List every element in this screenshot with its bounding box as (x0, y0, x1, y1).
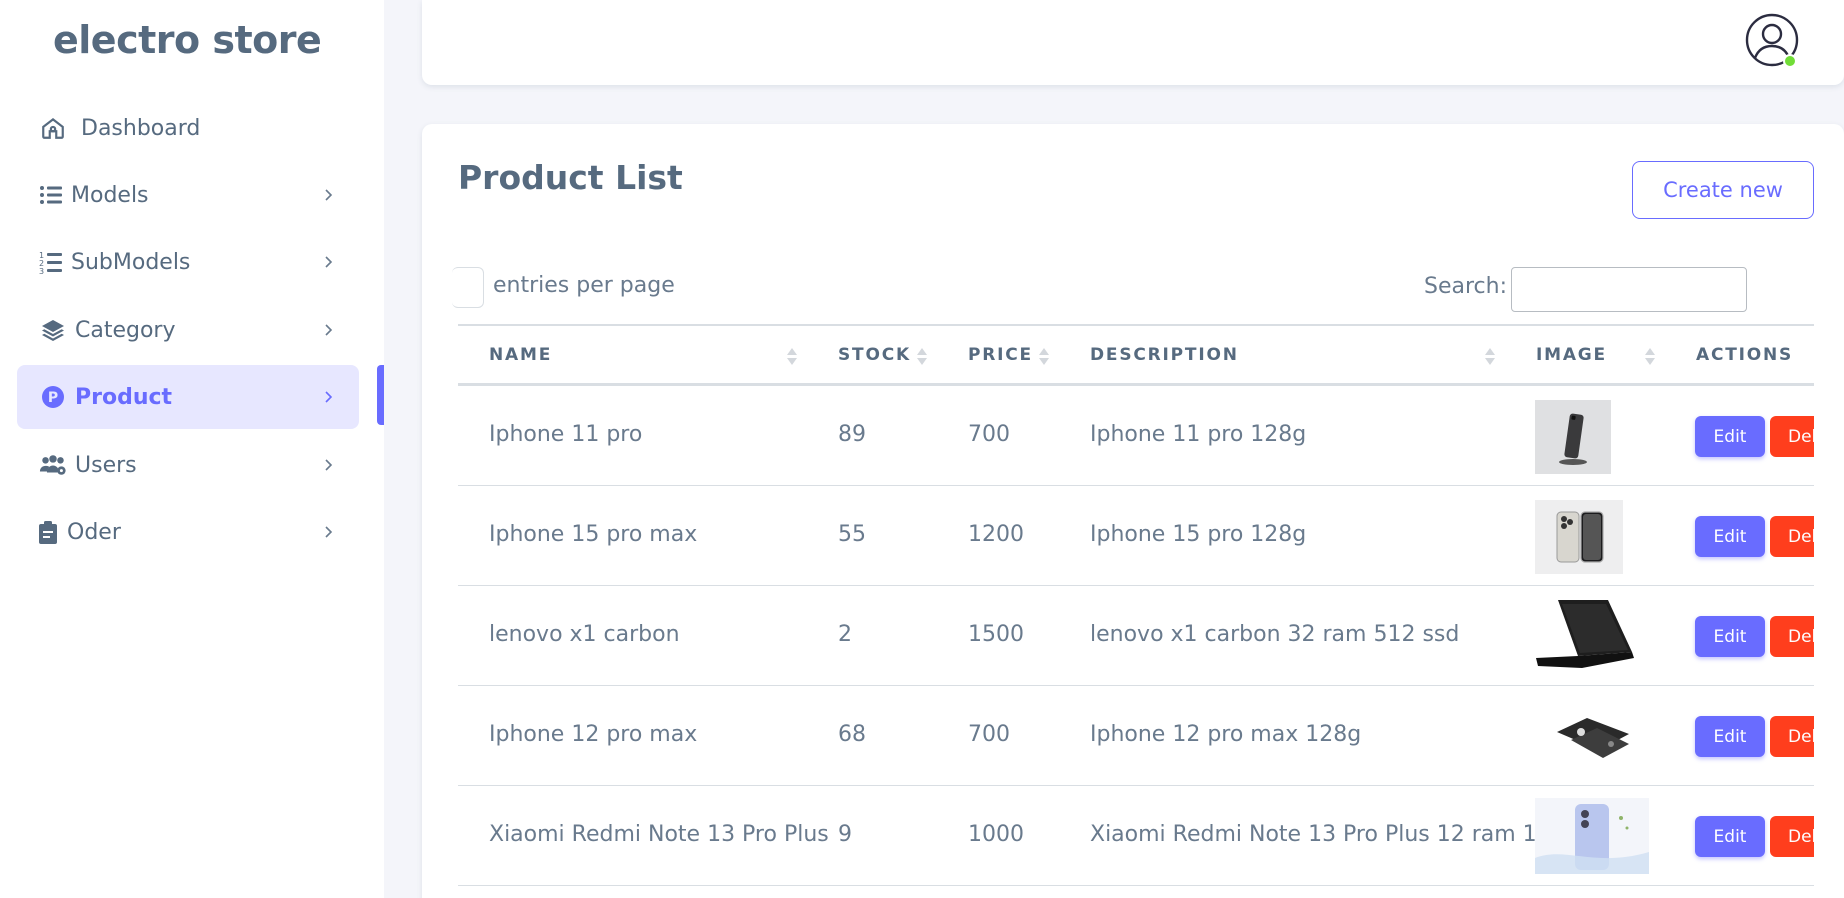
sort-icon[interactable] (786, 346, 798, 368)
page-title: Product List (458, 158, 683, 197)
product-image-lenovo-x1-carbon (1536, 600, 1634, 668)
sidebar-item-models[interactable]: Models (17, 163, 359, 227)
cell-name: Iphone 12 pro max (489, 722, 698, 747)
delete-button[interactable]: Del (1770, 516, 1814, 557)
create-new-button[interactable]: Create new (1632, 161, 1814, 219)
edit-button[interactable]: Edit (1695, 516, 1765, 557)
sidebar-item-product[interactable]: P Product (17, 365, 359, 429)
sidebar-item-submodels[interactable]: 123 SubModels (17, 230, 359, 294)
online-status-badge (1783, 54, 1797, 68)
column-header-name[interactable]: NAME (489, 345, 552, 365)
sidebar-item-label: Users (75, 452, 137, 478)
table-row: Xiaomi Redmi Note 13 Pro Plus 9 1000 Xia… (458, 786, 1814, 886)
column-header-stock[interactable]: STOCK (838, 345, 911, 365)
search-label: Search: (1424, 274, 1507, 299)
sidebar-item-category[interactable]: Category (17, 298, 359, 362)
chevron-right-icon (325, 526, 333, 538)
table-row: Iphone 15 pro max 55 1200 Iphone 15 pro … (458, 486, 1814, 586)
chevron-right-icon (325, 459, 333, 471)
chevron-right-icon (325, 189, 333, 201)
entries-per-page-label: entries per page (493, 273, 675, 298)
product-table: NAME STOCK PRICE DESCRIPTION IMAGE ACTIO… (458, 324, 1814, 898)
top-navbar (422, 0, 1844, 85)
chevron-right-icon (325, 256, 333, 268)
cell-description: Iphone 11 pro 128g (1090, 422, 1307, 447)
svg-text:P: P (48, 390, 58, 406)
sidebar: electro store Dashboard Models 123 SubMo… (0, 0, 384, 898)
sort-icon[interactable] (1484, 346, 1496, 368)
sidebar-item-label: Dashboard (81, 115, 201, 141)
sort-icon[interactable] (1038, 346, 1050, 368)
cell-price: 1500 (968, 622, 1024, 647)
ordered-list-icon: 123 (39, 248, 63, 276)
cell-price: 1000 (968, 822, 1024, 847)
column-header-description[interactable]: DESCRIPTION (1090, 345, 1239, 365)
product-image-iphone-11-pro (1535, 400, 1611, 474)
home-icon (39, 114, 67, 142)
cell-name: Iphone 11 pro (489, 422, 643, 447)
edit-button[interactable]: Edit (1695, 616, 1765, 657)
cell-price: 700 (968, 422, 1010, 447)
delete-button[interactable]: Del (1770, 816, 1814, 857)
cell-stock: 9 (838, 822, 852, 847)
cell-stock: 55 (838, 522, 866, 547)
cell-price: 700 (968, 722, 1010, 747)
list-icon (39, 181, 63, 209)
brand-logo[interactable]: electro store (53, 18, 322, 62)
product-image-xiaomi-redmi-note-13 (1535, 798, 1649, 874)
chevron-right-icon (325, 391, 333, 403)
sidebar-item-label: Oder (67, 519, 121, 545)
edit-button[interactable]: Edit (1695, 416, 1765, 457)
cell-description: lenovo x1 carbon 32 ram 512 ssd (1090, 622, 1460, 647)
svg-text:3: 3 (39, 267, 44, 274)
search-input[interactable] (1511, 267, 1747, 312)
users-icon (39, 451, 67, 479)
product-image-iphone-12-pro-max (1557, 718, 1629, 758)
sidebar-item-users[interactable]: Users (17, 433, 359, 497)
delete-button[interactable]: Del (1770, 616, 1814, 657)
cell-description: Xiaomi Redmi Note 13 Pro Plus 12 ram 1t (1090, 822, 1546, 847)
sidebar-item-oder[interactable]: Oder (17, 500, 359, 564)
clipboard-icon (37, 518, 59, 546)
table-row: Iphone 12 pro max 68 700 Iphone 12 pro m… (458, 686, 1814, 786)
table-header: NAME STOCK PRICE DESCRIPTION IMAGE ACTIO… (458, 324, 1814, 386)
table-row: lenovo x1 carbon 2 1500 lenovo x1 carbon… (458, 586, 1814, 686)
column-header-image[interactable]: IMAGE (1536, 345, 1607, 365)
cell-description: Iphone 12 pro max 128g (1090, 722, 1362, 747)
active-indicator (377, 365, 384, 425)
cell-name: Iphone 15 pro max (489, 522, 698, 547)
delete-button[interactable]: Del (1770, 416, 1814, 457)
cell-name: lenovo x1 carbon (489, 622, 680, 647)
cell-description: Iphone 15 pro 128g (1090, 522, 1307, 547)
sidebar-item-label: Product (75, 384, 173, 410)
edit-button[interactable]: Edit (1695, 816, 1765, 857)
layers-icon (39, 316, 67, 344)
cell-stock: 89 (838, 422, 866, 447)
sort-icon[interactable] (1644, 346, 1656, 368)
sidebar-item-label: SubModels (71, 249, 191, 275)
cell-stock: 2 (838, 622, 852, 647)
edit-button[interactable]: Edit (1695, 716, 1765, 757)
sidebar-item-label: Models (71, 182, 149, 208)
sidebar-item-label: Category (75, 317, 176, 343)
cell-stock: 68 (838, 722, 866, 747)
sidebar-item-dashboard[interactable]: Dashboard (17, 96, 359, 160)
cell-price: 1200 (968, 522, 1024, 547)
product-image-iphone-15-pro-max (1535, 500, 1623, 574)
table-row: Iphone 11 pro 89 700 Iphone 11 pro 128g … (458, 386, 1814, 486)
column-header-price[interactable]: PRICE (968, 345, 1033, 365)
chevron-right-icon (325, 324, 333, 336)
product-p-icon: P (39, 383, 67, 411)
column-header-actions: ACTIONS (1696, 345, 1794, 365)
cell-name: Xiaomi Redmi Note 13 Pro Plus (489, 822, 829, 847)
sort-icon[interactable] (916, 346, 928, 368)
entries-per-page-select[interactable] (452, 267, 484, 308)
delete-button[interactable]: Del (1770, 716, 1814, 757)
